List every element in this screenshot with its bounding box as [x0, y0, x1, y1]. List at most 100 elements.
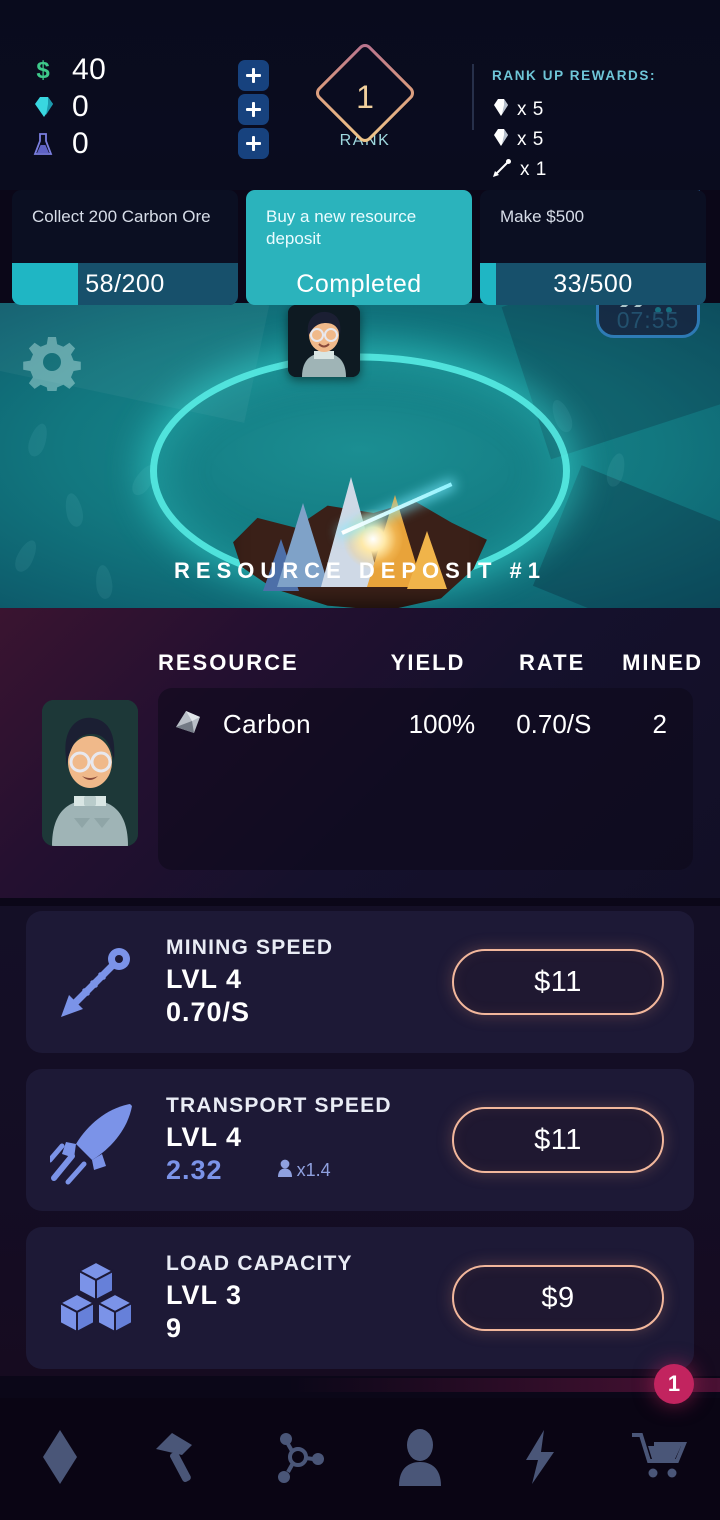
gem-icon: [492, 98, 509, 122]
gear-icon[interactable]: [23, 333, 81, 396]
pickaxe-icon: [26, 939, 166, 1025]
resource-table-header: RESOURCE YIELD RATE MINED: [158, 650, 703, 676]
person-icon: [277, 1159, 293, 1182]
add-money-button[interactable]: [238, 60, 269, 91]
quest-progress-bar: 58/200: [12, 263, 238, 305]
upgrade-name: MINING SPEED: [166, 936, 334, 959]
dollar-icon: $: [30, 57, 56, 83]
column-header-mined: MINED: [622, 650, 703, 675]
rank-up-rewards-title: RANK UP REWARDS:: [492, 68, 657, 83]
shop-badge: 1: [654, 1364, 694, 1404]
quest-text: Make $500: [500, 207, 585, 226]
reward-amount: x 5: [517, 129, 544, 150]
upgrade-card-load-capacity[interactable]: LOAD CAPACITY LVL 3 9 $9: [26, 1227, 694, 1369]
upgrade-card-transport-speed[interactable]: TRANSPORT SPEED LVL 4 2.32 x1.4 $11: [26, 1069, 694, 1211]
quest-progress-text: 33/500: [553, 270, 633, 298]
upgrade-multiplier: x1.4: [277, 1159, 331, 1182]
flask-icon: [30, 131, 56, 157]
add-research-button[interactable]: [238, 128, 269, 159]
upgrade-multiplier-text: x1.4: [296, 1160, 331, 1180]
upgrade-value: 9: [166, 1313, 183, 1343]
money-value: 40: [72, 52, 107, 86]
currency-gem: 0: [30, 89, 106, 124]
game-screen: $ 40 0 0 1 RANK UP REWARDS: x 5 x 5 x 1 …: [0, 0, 720, 1520]
rank-number: 1: [356, 79, 374, 116]
crystal-deposit[interactable]: [225, 463, 495, 608]
gem-value: 0: [72, 89, 90, 123]
table-row[interactable]: Carbon 100% 0.70/S 2: [158, 688, 693, 760]
boxes-icon: [26, 1258, 166, 1338]
reward-amount: x 1: [520, 159, 547, 180]
upgrade-level: LVL 4: [166, 1122, 243, 1152]
quest-card[interactable]: Buy a new resource deposit Completed: [246, 190, 472, 305]
rank-up-rewards: RANK UP REWARDS: x 5 x 5 x 1: [492, 68, 682, 185]
scene-character-avatar[interactable]: [288, 305, 360, 377]
resource-rate: 0.70/S: [516, 708, 592, 739]
nav-item-energy[interactable]: [480, 1398, 600, 1520]
upgrade-card-mining-speed[interactable]: MINING SPEED LVL 4 0.70/S $11: [26, 911, 694, 1053]
quest-bar: Collect 200 Carbon Ore 58/200 Buy a new …: [0, 190, 720, 305]
upgrade-price: $9: [541, 1281, 575, 1314]
quest-progress-bar: Completed: [246, 263, 472, 305]
column-header-yield: YIELD: [390, 650, 466, 675]
upgrade-value: 0.70/S: [166, 997, 251, 1027]
quest-text: Buy a new resource deposit: [266, 207, 417, 248]
upgrade-name: LOAD CAPACITY: [166, 1252, 353, 1275]
research-value: 0: [72, 126, 90, 160]
currency-money: $ 40: [30, 52, 106, 87]
rewards-divider: [472, 64, 474, 130]
bottom-navigation: 1: [0, 1364, 720, 1520]
quest-progress-text: Completed: [296, 270, 422, 298]
gem-icon: [492, 128, 509, 152]
carbon-ore-icon: [172, 707, 209, 742]
avatar[interactable]: [42, 700, 138, 846]
currency-list: $ 40 0 0: [30, 52, 106, 163]
quest-card[interactable]: Collect 200 Carbon Ore 58/200: [12, 190, 238, 305]
reward-item: x 5: [492, 95, 590, 125]
next-deposit-button[interactable]: »: [633, 598, 652, 608]
add-gem-button[interactable]: [238, 94, 269, 125]
upgrade-value: 2.32: [166, 1155, 223, 1185]
prev-deposit-button[interactable]: «: [74, 598, 93, 608]
upgrade-buy-button[interactable]: $9: [452, 1265, 664, 1331]
reward-item: x 1: [492, 155, 590, 185]
upgrade-list: MINING SPEED LVL 4 0.70/S $11 TRANSPORT …: [0, 906, 720, 1376]
rank-display[interactable]: 1 RANK: [310, 40, 420, 150]
column-header-resource: RESOURCE: [158, 650, 299, 675]
nav-item-research[interactable]: [240, 1398, 360, 1520]
currency-add-buttons: [238, 60, 269, 162]
resource-mined: 2: [652, 708, 667, 739]
gem-icon: [30, 95, 56, 119]
hammer-nav-icon: [152, 1429, 208, 1490]
quest-text: Collect 200 Carbon Ore: [32, 207, 211, 226]
shop-nav-icon: [630, 1429, 690, 1490]
quest-card[interactable]: Make $500 33/500: [480, 190, 706, 305]
gem-nav-icon: [39, 1428, 81, 1491]
pickaxe-icon: [492, 158, 512, 183]
profile-nav-icon: [395, 1428, 445, 1491]
deposit-title: RESOURCE DEPOSIT #1: [174, 558, 546, 583]
upgrade-level: LVL 3: [166, 1280, 243, 1310]
energy-nav-icon: [520, 1428, 560, 1491]
upgrade-buy-button[interactable]: $11: [452, 949, 664, 1015]
upgrade-name: TRANSPORT SPEED: [166, 1094, 392, 1117]
upgrade-price: $11: [534, 1123, 582, 1156]
upgrade-price: $11: [534, 965, 582, 998]
upgrade-buy-button[interactable]: $11: [452, 1107, 664, 1173]
nav-item-profile[interactable]: [360, 1398, 480, 1520]
quest-progress-bar: 33/500: [480, 263, 706, 305]
resource-yield: 100%: [408, 708, 476, 739]
svg-text:$: $: [36, 57, 50, 83]
reward-amount: x 5: [517, 99, 544, 120]
currency-research: 0: [30, 126, 106, 161]
nav-item-crafting[interactable]: [120, 1398, 240, 1520]
top-bar: $ 40 0 0 1 RANK UP REWARDS: x 5 x 5 x 1: [0, 0, 720, 190]
upgrade-level: LVL 4: [166, 964, 243, 994]
quest-progress-text: 58/200: [85, 270, 165, 298]
nav-item-resources[interactable]: [0, 1398, 120, 1520]
resource-table: Carbon 100% 0.70/S 2: [158, 688, 693, 870]
shop-timer-label: 07:55: [616, 307, 680, 333]
nav-item-shop[interactable]: 1: [600, 1364, 720, 1520]
reward-item: x 5: [492, 125, 590, 155]
column-header-rate: RATE: [519, 650, 586, 675]
